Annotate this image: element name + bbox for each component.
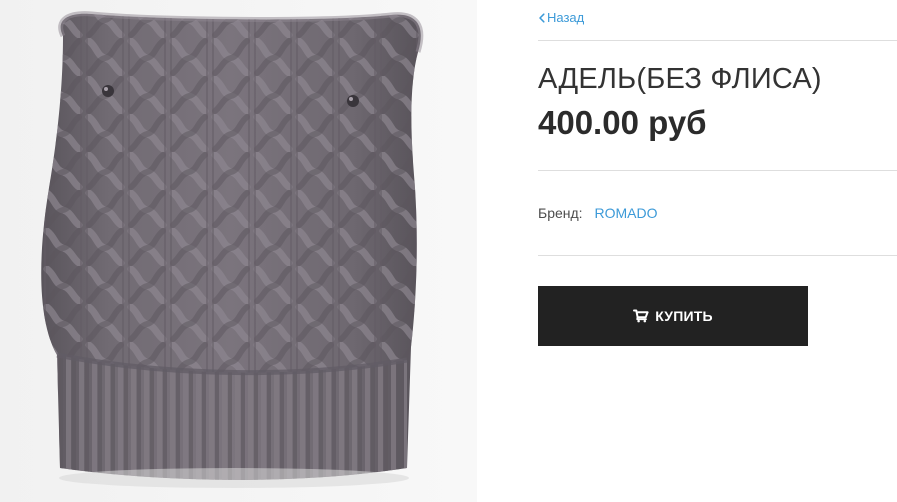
product-page: Назад АДЕЛЬ(БЕЗ ФЛИСА) 400.00 руб Бренд:… (0, 0, 897, 502)
chevron-left-icon (539, 13, 545, 23)
buy-button-label: КУПИТЬ (655, 308, 713, 324)
product-image-panel (0, 0, 477, 502)
top-divider (538, 40, 897, 41)
brand-link[interactable]: ROMADO (594, 205, 657, 221)
knitted-hat-image (0, 0, 477, 502)
product-title: АДЕЛЬ(БЕЗ ФЛИСА) (538, 63, 822, 95)
product-price: 400.00 руб (538, 104, 707, 141)
brand-label: Бренд: (538, 205, 583, 221)
back-link-label: Назад (547, 10, 585, 25)
product-info-panel: Назад АДЕЛЬ(БЕЗ ФЛИСА) 400.00 руб Бренд:… (538, 0, 897, 502)
back-link[interactable]: Назад (538, 9, 584, 27)
cart-icon (633, 309, 649, 323)
brand-divider (538, 255, 897, 256)
buy-button[interactable]: КУПИТЬ (538, 286, 808, 346)
brand-row: Бренд: ROMADO (538, 203, 657, 223)
price-divider (538, 170, 897, 171)
